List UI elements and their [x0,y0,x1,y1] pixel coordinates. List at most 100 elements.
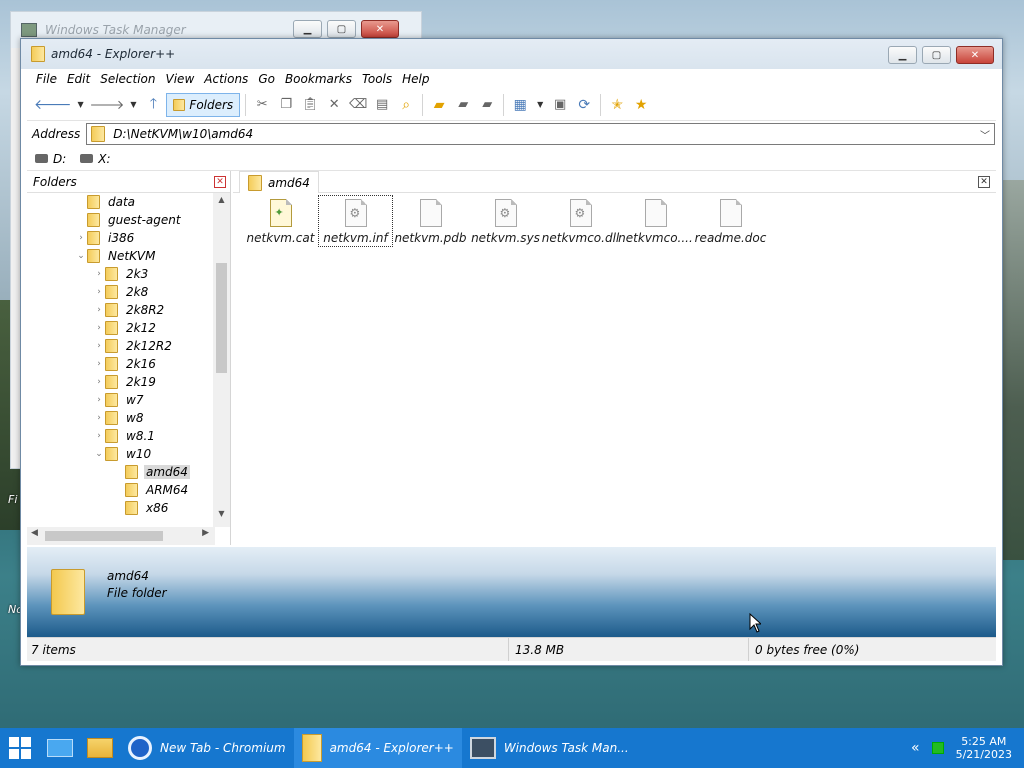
tree-item[interactable]: › w8 [27,409,215,427]
network-icon[interactable] [931,742,944,754]
chevron-right-icon[interactable]: › [93,395,105,405]
bookmarks-icon[interactable]: ★ [630,93,652,117]
chevron-down-icon[interactable]: ⌄ [75,251,87,261]
back-arrow-icon[interactable]: 🡐 [34,93,72,117]
file-item[interactable]: netkvm.cat [243,195,318,247]
close-icon[interactable]: ✕ [214,176,226,188]
address-input[interactable]: D:\NetKVM\w10\amd64 ﹀ [86,123,995,145]
explorer-titlebar[interactable]: amd64 - Explorer++ ▁ ▢ ✕ [21,39,1002,69]
minimize-button[interactable]: ▁ [293,20,322,38]
add-bookmark-icon[interactable]: ✭ [606,93,628,117]
tree-item[interactable]: guest-agent [27,211,215,229]
tree-item[interactable]: ⌄ NetKVM [27,247,215,265]
menu-go[interactable]: Go [253,72,280,86]
chevron-right-icon[interactable]: › [93,377,105,387]
tree-item[interactable]: › 2k3 [27,265,215,283]
maximize-button[interactable]: ▢ [922,46,951,64]
paste-icon[interactable]: 📋︎ [299,93,321,117]
explorer-window[interactable]: amd64 - Explorer++ ▁ ▢ ✕ File Edit Selec… [20,38,1003,666]
tree-item[interactable]: › 2k16 [27,355,215,373]
chevron-right-icon[interactable]: › [93,305,105,315]
tree-item[interactable]: x86 [27,499,215,517]
file-item[interactable]: netkvm.sys [468,195,543,247]
file-item[interactable]: netkvm.inf [318,195,393,247]
chevron-right-icon[interactable]: › [93,413,105,423]
chevron-left-icon[interactable]: « [911,740,920,756]
minimize-button[interactable]: ▁ [888,46,917,64]
close-button[interactable]: ✕ [956,46,994,64]
show-desktop-button[interactable] [40,728,80,768]
menu-selection[interactable]: Selection [95,72,160,86]
chevron-right-icon[interactable]: › [93,341,105,351]
scroll-left-icon[interactable]: ◀ [31,528,38,538]
tree-item[interactable]: › 2k19 [27,373,215,391]
scroll-thumb[interactable] [45,531,163,541]
copy-icon[interactable]: ❐ [275,93,297,117]
desktop-icon-label[interactable]: Fi [8,493,17,506]
tree-item[interactable]: › w8.1 [27,427,215,445]
views-dropdown-icon[interactable]: ▼ [533,93,547,117]
chevron-right-icon[interactable]: › [93,359,105,369]
chevron-down-icon[interactable]: ⌄ [93,449,105,459]
clock[interactable]: 5:25 AM 5/21/2023 [956,735,1012,761]
cut-icon[interactable]: ✂ [251,93,273,117]
taskbar-app-explorer[interactable]: amd64 - Explorer++ [293,728,462,768]
tab-amd64[interactable]: amd64 [239,171,319,193]
chevron-right-icon[interactable]: › [93,287,105,297]
delete-permanently-icon[interactable]: ⌫ [347,93,369,117]
chevron-right-icon[interactable]: › [93,323,105,333]
scroll-up-icon[interactable]: ▲ [213,195,230,211]
tree-item[interactable]: data [27,193,215,211]
chevron-right-icon[interactable]: › [93,431,105,441]
menu-actions[interactable]: Actions [199,72,253,86]
close-button[interactable]: ✕ [361,20,399,38]
delete-icon[interactable]: ✕ [323,93,345,117]
file-item[interactable]: netkvmco.... [618,195,693,247]
menu-file[interactable]: File [31,72,62,86]
tree-item[interactable]: › w7 [27,391,215,409]
chevron-right-icon[interactable]: › [93,269,105,279]
copy-to-icon[interactable]: ▰ [452,93,474,117]
back-dropdown-icon[interactable]: ▼ [74,93,88,117]
tree-item[interactable]: ⌄ w10 [27,445,215,463]
menu-tools[interactable]: Tools [357,72,397,86]
drive-d-button[interactable]: D: [35,152,66,166]
close-tab-icon[interactable]: ✕ [978,176,990,188]
tree-item[interactable]: ARM64 [27,481,215,499]
new-folder-icon[interactable]: ▰ [428,93,450,117]
scroll-thumb[interactable] [216,263,227,373]
file-item[interactable]: netkvm.pdb [393,195,468,247]
tree-item[interactable]: › 2k12 [27,319,215,337]
tree-item[interactable]: › 2k12R2 [27,337,215,355]
move-to-icon[interactable]: ▰ [476,93,498,117]
taskbar-app-task-manager[interactable]: Windows Task Man... [462,728,637,768]
tree-item[interactable]: › 2k8R2 [27,301,215,319]
command-prompt-icon[interactable]: ▣ [549,93,571,117]
chevron-right-icon[interactable]: › [75,233,87,243]
taskbar-app-chromium[interactable]: New Tab - Chromium [120,728,294,768]
forward-dropdown-icon[interactable]: ▼ [126,93,140,117]
menu-help[interactable]: Help [397,72,434,86]
tree-vertical-scrollbar[interactable]: ▲ ▼ [213,193,230,527]
scroll-right-icon[interactable]: ▶ [202,528,209,538]
chevron-down-icon[interactable]: ﹀ [980,127,990,142]
menu-bookmarks[interactable]: Bookmarks [280,72,357,86]
menu-edit[interactable]: Edit [62,72,95,86]
start-button[interactable] [0,728,40,768]
drive-x-button[interactable]: X: [80,152,111,166]
up-arrow-icon[interactable]: 🡑 [142,93,164,117]
tree-horizontal-scrollbar[interactable]: ◀ ▶ [27,527,215,545]
forward-arrow-icon[interactable]: 🡒 [90,93,125,117]
menu-view[interactable]: View [161,72,200,86]
maximize-button[interactable]: ▢ [327,20,356,38]
file-explorer-pin[interactable] [80,728,120,768]
search-icon[interactable]: ⌕ [395,93,417,117]
tree-item[interactable]: › 2k8 [27,283,215,301]
scroll-down-icon[interactable]: ▼ [213,509,230,525]
folders-toggle-button[interactable]: Folders [166,92,241,117]
tree-item[interactable]: › i386 [27,229,215,247]
views-icon[interactable]: ▦ [509,93,531,117]
properties-icon[interactable]: ▤ [371,93,393,117]
file-item[interactable]: readme.doc [693,195,768,247]
tree-item[interactable]: amd64 [27,463,215,481]
